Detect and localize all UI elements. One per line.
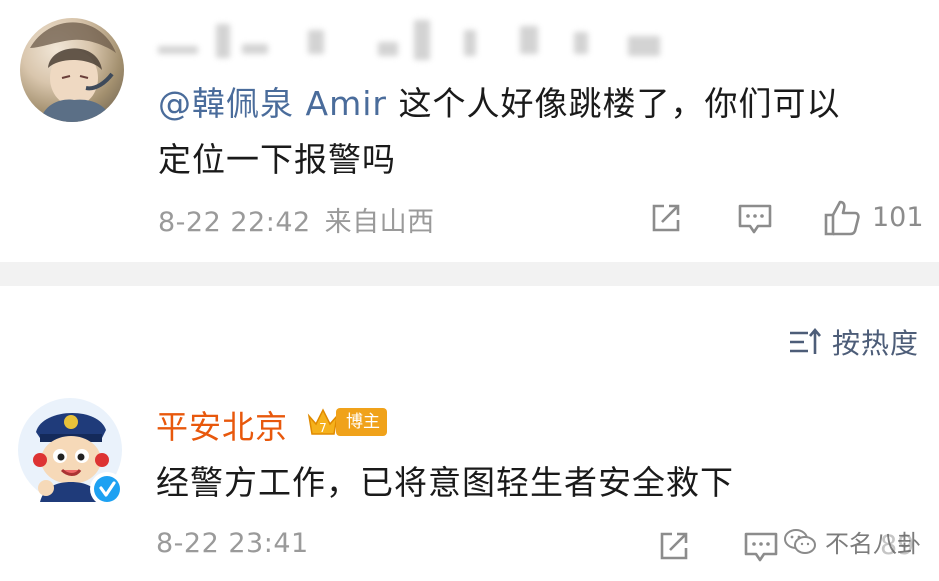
crown-level-icon: 7 [307, 408, 339, 435]
badge-level: 7 [319, 421, 327, 435]
comment-location: 来自山西 [324, 207, 435, 238]
comment-meta: 8-22 22:42 来自山西 [158, 200, 435, 239]
comment-text: 经警方工作，已将意图轻生者安全救下 [156, 463, 734, 502]
verified-icon [94, 476, 120, 502]
verified-badge [90, 472, 124, 506]
comment-time: 8-22 22:42 [158, 207, 311, 238]
sort-label: 按热度 [831, 327, 919, 360]
avatar[interactable] [20, 18, 124, 122]
comment-text-line1: 这个人好像跳楼了，你们可以 [386, 84, 841, 123]
wechat-icon [784, 528, 816, 554]
like-count: 101 [872, 202, 924, 233]
comment-time: 8-22 23:41 [156, 528, 309, 559]
like-icon[interactable] [822, 198, 862, 238]
badge-label: 博主 [336, 408, 387, 436]
sort-icon [789, 327, 821, 354]
comment-text: @韓佩泉 Amir 这个人好像跳楼了，你们可以 定位一下报警吗 [158, 76, 918, 188]
comment-icon[interactable] [736, 201, 774, 237]
comment-text-line2: 定位一下报警吗 [158, 140, 396, 179]
share-icon[interactable] [648, 200, 684, 236]
username-link[interactable]: 平安北京 [156, 402, 288, 448]
blogger-badge: 7 博主 [306, 406, 387, 438]
user-mention-link[interactable]: @韓佩泉 Amir [158, 84, 387, 123]
section-divider [0, 262, 939, 286]
watermark-text: 不名八卦 [825, 530, 921, 558]
share-icon[interactable] [656, 528, 692, 564]
avatar-illustration [30, 22, 116, 122]
sort-toggle[interactable]: 按热度 [788, 322, 919, 362]
watermark: 不名八卦 [783, 524, 921, 559]
comment-icon[interactable] [742, 529, 780, 565]
blurred-username [158, 18, 668, 70]
